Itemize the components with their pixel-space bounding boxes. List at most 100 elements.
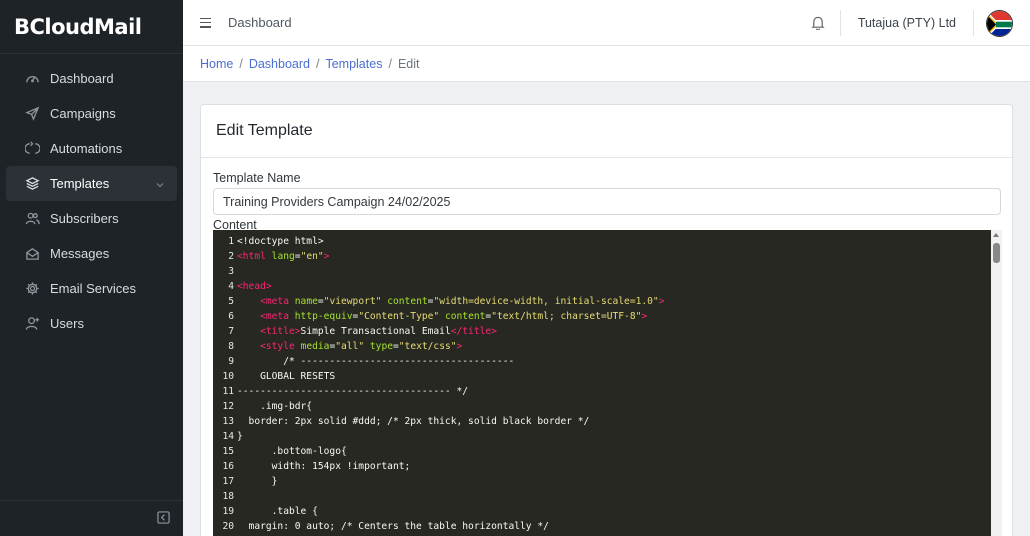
line-number: 12 [222,401,234,412]
template-name-label: Template Name [213,171,301,185]
code-token: ------------------------------------- */ [237,386,469,397]
code-line[interactable]: 3 [213,264,1002,279]
code-text: border: 2px solid #ddd; /* 2px thick, so… [237,414,590,429]
code-text: <meta name="viewport" content="width=dev… [237,294,664,309]
line-number: 11 [222,386,234,397]
code-token: <!doctype html> [237,236,324,247]
code-token: } [237,431,243,442]
brand-logo[interactable]: BCloudMail [0,0,183,54]
code-line[interactable]: 12 .img-bdr{ [213,399,1002,414]
code-line[interactable]: 19 .table { [213,504,1002,519]
code-line[interactable]: 15 .bottom-logo{ [213,444,1002,459]
sidebar-item-dashboard[interactable]: Dashboard [6,61,177,96]
sidebar-item-subscribers[interactable]: Subscribers [6,201,177,236]
sidebar-item-label: Campaigns [50,106,116,121]
code-line[interactable]: 17 } [213,474,1002,489]
card-header: Edit Template [201,105,1012,158]
breadcrumb-home[interactable]: Home [200,57,233,71]
template-name-input[interactable] [213,188,1001,215]
code-line[interactable]: 13 border: 2px solid #ddd; /* 2px thick,… [213,414,1002,429]
code-token: border: 2px solid #ddd; /* 2px thick, so… [237,416,590,427]
code-token: "text/css" [398,341,457,352]
line-number: 10 [222,371,234,382]
code-text: <!doctype html> [237,234,324,249]
sidebar-collapse-icon[interactable] [157,511,171,525]
code-token: > [456,341,463,352]
code-line[interactable]: 5 <meta name="viewport" content="width=d… [213,294,1002,309]
company-name[interactable]: Tutajua (PTY) Ltd [841,16,973,30]
gear-icon [24,281,40,297]
breadcrumb-separator: / [388,56,392,71]
code-line[interactable]: 14} [213,429,1002,444]
code-text: <title>Simple Transactional Email</title… [237,324,497,339]
code-token: > [658,296,665,307]
menu-toggle-icon[interactable] [200,17,212,29]
code-editor[interactable]: 1 <!doctype html> 2 <html lang="en"> 3 4 <head… [213,230,1002,536]
code-token: margin: 0 auto; /* Centers the table hor… [237,521,549,532]
header-divider [973,10,974,36]
gauge-icon [24,71,40,87]
card-body: Template Name Content [201,171,1012,232]
code-line[interactable]: 11 ------------------------------------- … [213,384,1002,399]
sidebar-item-automations[interactable]: Automations [6,131,177,166]
code-line[interactable]: 7 <title>Simple Transactional Email</tit… [213,324,1002,339]
sidebar-item-campaigns[interactable]: Campaigns [6,96,177,131]
sidebar-item-users[interactable]: Users [6,306,177,341]
sidebar-item-label: Automations [50,141,123,156]
sidebar-item-email-services[interactable]: Email Services [6,271,177,306]
code-line[interactable]: 4 <head> [213,279,1002,294]
editor-scrollbar[interactable] [991,230,1002,536]
sidebar-item-messages[interactable]: Messages [6,236,177,271]
code-line[interactable]: 10 GLOBAL RESETS [213,369,1002,384]
code-line[interactable]: 6 <meta http-equiv="Content-Type" conten… [213,309,1002,324]
code-line[interactable]: 20 margin: 0 auto; /* Centers the table … [213,519,1002,534]
line-number: 16 [222,461,234,472]
code-token: <meta [260,311,289,322]
code-text: .img-bdr{ [237,399,312,414]
users-icon [24,211,40,227]
code-text: } [237,429,243,444]
code-line[interactable]: 9 /* -----------------------------------… [213,354,1002,369]
bell-icon[interactable] [811,15,825,31]
code-token: } [237,476,278,487]
line-number: 6 [228,311,234,322]
code-token: width: 154px !important; [237,461,411,472]
scroll-up-icon[interactable] [993,233,999,237]
code-line[interactable]: 16 width: 154px !important; [213,459,1002,474]
line-number: 4 [228,281,234,292]
sidebar: BCloudMail Dashboard Campaigns Automatio… [0,0,183,536]
code-line[interactable]: 2 <html lang="en"> [213,249,1002,264]
chevron-down-icon[interactable] [155,178,165,193]
sidebar-item-templates[interactable]: Templates [6,166,177,201]
sidebar-item-label: Messages [50,246,110,261]
code-text: .table { [237,504,318,519]
line-number: 15 [222,446,234,457]
sidebar-item-label: Templates [50,176,110,191]
scroll-thumb[interactable] [993,243,1000,263]
code-line[interactable]: 1 <!doctype html> [213,234,1002,249]
code-token: name [294,296,318,307]
line-number: 3 [228,266,234,277]
code-token: "text/html; charset=UTF-8" [491,311,642,322]
code-text: <html lang="en"> [237,249,329,264]
avatar-flag-icon[interactable] [986,9,1013,37]
breadcrumb-dashboard[interactable]: Dashboard [249,57,310,71]
code-line[interactable]: 18 [213,489,1002,504]
code-token: "all" [335,341,365,352]
breadcrumb-templates[interactable]: Templates [325,57,382,71]
code-text: .bottom-logo{ [237,444,347,459]
breadcrumb-current: Edit [397,56,420,71]
code-token: <head> [237,281,272,292]
code-token: http-equiv [294,311,353,322]
code-token: "width=device-width, initial-scale=1.0" [433,296,659,307]
line-number: 17 [222,476,234,487]
layers-icon [24,176,40,192]
code-token: </title> [450,326,497,337]
code-line[interactable]: 8 <style media="all" type="text/css"> [213,339,1002,354]
line-number: 14 [222,431,234,442]
code-text: GLOBAL RESETS [237,369,335,384]
header-title: Dashboard [228,15,292,30]
user-add-icon [24,316,40,332]
code-token: type [369,341,393,352]
